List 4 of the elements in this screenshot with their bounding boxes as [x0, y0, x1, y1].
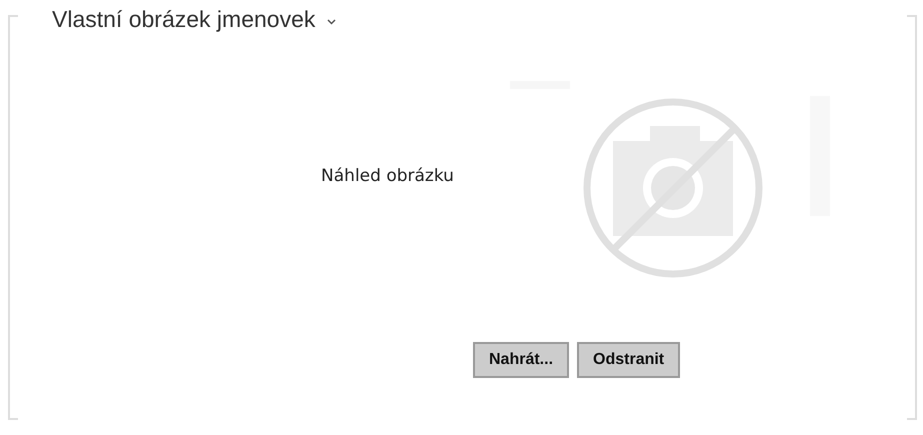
chevron-down-icon[interactable]	[327, 18, 336, 24]
remove-button[interactable]: Odstranit	[577, 342, 680, 378]
upload-button[interactable]: Nahrát...	[473, 342, 570, 378]
preview-label: Náhled obrázku	[320, 165, 455, 188]
